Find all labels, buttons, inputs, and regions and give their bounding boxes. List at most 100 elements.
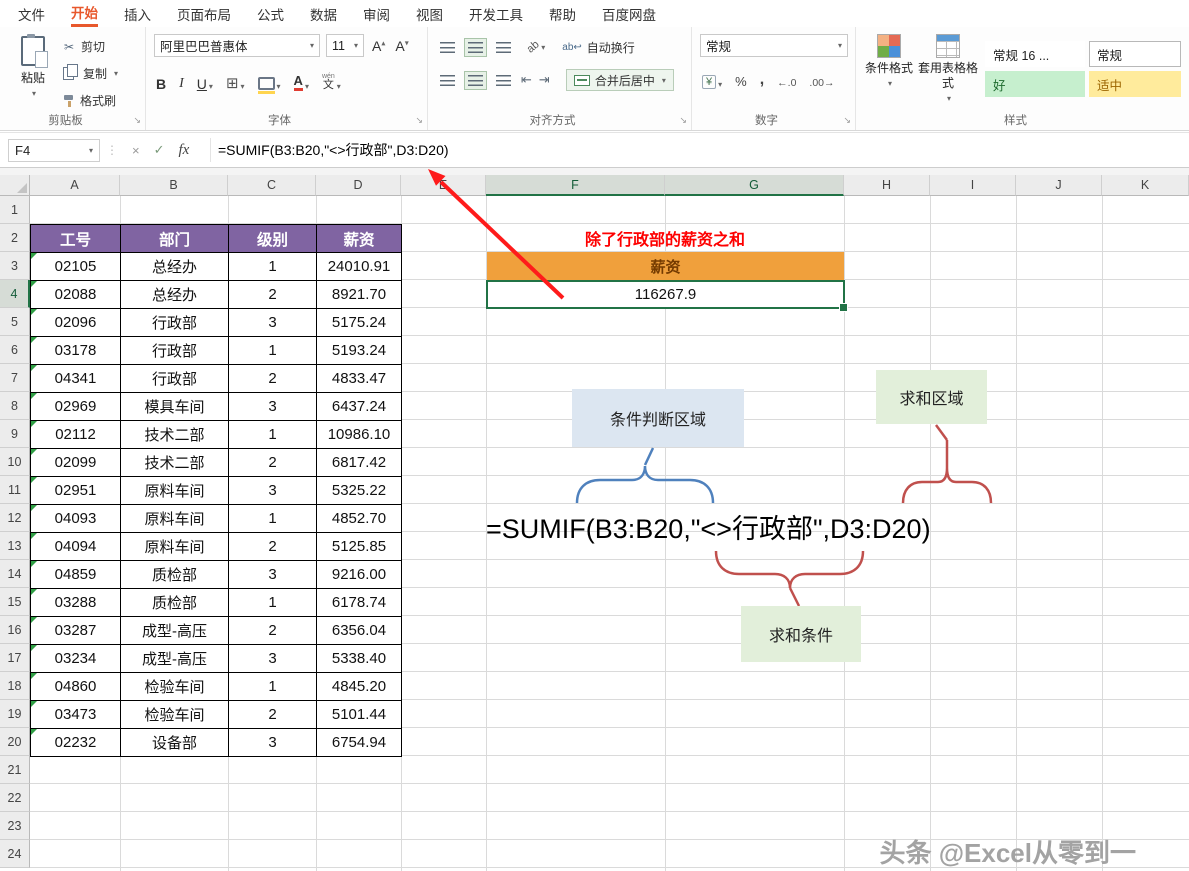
underline-button[interactable]: U▾ (197, 77, 213, 91)
table-cell[interactable]: 6754.94 (317, 729, 402, 757)
column-header-B[interactable]: B (120, 175, 228, 196)
row-header-24[interactable]: 24 (0, 840, 30, 868)
fill-handle[interactable] (839, 303, 848, 312)
fill-color-button[interactable]: ▾ (258, 77, 281, 91)
formula-input[interactable]: =SUMIF(B3:B20,"<>行政部",D3:D20) (218, 133, 449, 167)
table-header-cell[interactable]: 部门 (121, 225, 229, 253)
table-cell[interactable]: 5101.44 (317, 701, 402, 729)
menu-tab-插入[interactable]: 插入 (124, 0, 151, 27)
table-cell[interactable]: 5325.22 (317, 477, 402, 505)
row-header-4[interactable]: 4 (0, 280, 30, 308)
format-as-table-button[interactable]: 套用表格格式 ▾ (918, 34, 978, 104)
table-cell[interactable]: 24010.91 (317, 253, 402, 281)
table-cell[interactable]: 技术二部 (121, 449, 229, 477)
table-cell[interactable]: 5175.24 (317, 309, 402, 337)
table-cell[interactable]: 1 (229, 337, 317, 365)
menu-tab-审阅[interactable]: 审阅 (363, 0, 390, 27)
row-header-14[interactable]: 14 (0, 560, 30, 588)
menu-tab-开发工具[interactable]: 开发工具 (469, 0, 523, 27)
table-cell[interactable]: 2 (229, 449, 317, 477)
table-cell[interactable]: 2 (229, 281, 317, 309)
table-cell[interactable]: 03287 (31, 617, 121, 645)
align-bottom-button[interactable] (492, 38, 515, 57)
table-cell[interactable]: 02232 (31, 729, 121, 757)
row-header-2[interactable]: 2 (0, 224, 30, 252)
row-header-15[interactable]: 15 (0, 588, 30, 616)
row-header-12[interactable]: 12 (0, 504, 30, 532)
table-cell[interactable]: 6178.74 (317, 589, 402, 617)
enter-icon[interactable]: ✓ (154, 142, 165, 158)
cell-style-item[interactable]: 常规 16 ... (985, 41, 1085, 67)
table-cell[interactable]: 02105 (31, 253, 121, 281)
table-cell[interactable]: 02969 (31, 393, 121, 421)
row-header-5[interactable]: 5 (0, 308, 30, 336)
table-cell[interactable]: 行政部 (121, 337, 229, 365)
column-header-G[interactable]: G (665, 175, 844, 196)
table-cell[interactable]: 3 (229, 477, 317, 505)
percent-button[interactable]: % (735, 74, 747, 89)
row-header-13[interactable]: 13 (0, 532, 30, 560)
align-center-button[interactable] (464, 71, 487, 90)
name-box[interactable]: F4 ▾ (8, 139, 100, 162)
table-cell[interactable]: 5125.85 (317, 533, 402, 561)
row-header-6[interactable]: 6 (0, 336, 30, 364)
menu-tab-数据[interactable]: 数据 (310, 0, 337, 27)
dialog-launcher-icon[interactable]: ↘ (679, 115, 687, 126)
insert-function-icon[interactable]: fx (179, 142, 190, 159)
increase-font-button[interactable]: A▴ (372, 38, 385, 54)
table-cell[interactable]: 3 (229, 729, 317, 757)
row-header-17[interactable]: 17 (0, 644, 30, 672)
table-cell[interactable]: 6437.24 (317, 393, 402, 421)
table-cell[interactable]: 2 (229, 617, 317, 645)
row-header-1[interactable]: 1 (0, 196, 30, 224)
decrease-indent-button[interactable]: ⇤ (521, 72, 532, 88)
menu-tab-帮助[interactable]: 帮助 (549, 0, 576, 27)
table-cell[interactable]: 3 (229, 309, 317, 337)
table-cell[interactable]: 检验车间 (121, 673, 229, 701)
column-header-K[interactable]: K (1102, 175, 1189, 196)
column-header-D[interactable]: D (316, 175, 401, 196)
table-cell[interactable]: 模具车间 (121, 393, 229, 421)
menu-tab-开始[interactable]: 开始 (71, 0, 98, 27)
dialog-launcher-icon[interactable]: ↘ (133, 115, 141, 126)
table-cell[interactable]: 6817.42 (317, 449, 402, 477)
table-cell[interactable]: 02951 (31, 477, 121, 505)
align-right-button[interactable] (492, 71, 515, 90)
font-name-select[interactable]: 阿里巴巴普惠体 ▾ (154, 34, 320, 57)
copy-button[interactable]: 复制 ▾ (62, 65, 118, 82)
borders-button[interactable]: ⊞▾ (226, 76, 245, 91)
table-header-cell[interactable]: 薪资 (317, 225, 402, 253)
table-cell[interactable]: 4833.47 (317, 365, 402, 393)
row-header-11[interactable]: 11 (0, 476, 30, 504)
table-cell[interactable]: 10986.10 (317, 421, 402, 449)
table-cell[interactable]: 总经办 (121, 253, 229, 281)
decrease-font-button[interactable]: A▾ (395, 38, 408, 54)
table-cell[interactable]: 03178 (31, 337, 121, 365)
merge-center-button[interactable]: 合并后居中▾ (566, 69, 674, 91)
table-cell[interactable]: 2 (229, 365, 317, 393)
cell-style-item[interactable]: 好 (985, 71, 1085, 97)
align-left-button[interactable] (436, 71, 459, 90)
table-cell[interactable]: 04859 (31, 561, 121, 589)
menu-tab-公式[interactable]: 公式 (257, 0, 284, 27)
table-cell[interactable]: 总经办 (121, 281, 229, 309)
row-header-3[interactable]: 3 (0, 252, 30, 280)
table-cell[interactable]: 03473 (31, 701, 121, 729)
menu-tab-页面布局[interactable]: 页面布局 (177, 0, 231, 27)
italic-button[interactable]: I (179, 77, 184, 91)
dialog-launcher-icon[interactable]: ↘ (415, 115, 423, 126)
table-cell[interactable]: 1 (229, 589, 317, 617)
increase-decimal-button[interactable]: ←.0 (777, 77, 796, 89)
font-color-button[interactable]: A▾ (294, 74, 309, 91)
table-cell[interactable]: 8921.70 (317, 281, 402, 309)
row-header-8[interactable]: 8 (0, 392, 30, 420)
table-cell[interactable]: 04094 (31, 533, 121, 561)
table-cell[interactable]: 02112 (31, 421, 121, 449)
orientation-button[interactable]: ab▾ (527, 41, 545, 53)
table-cell[interactable]: 04093 (31, 505, 121, 533)
table-cell[interactable]: 02096 (31, 309, 121, 337)
row-header-23[interactable]: 23 (0, 812, 30, 840)
table-cell[interactable]: 6356.04 (317, 617, 402, 645)
table-cell[interactable]: 1 (229, 673, 317, 701)
row-header-19[interactable]: 19 (0, 700, 30, 728)
